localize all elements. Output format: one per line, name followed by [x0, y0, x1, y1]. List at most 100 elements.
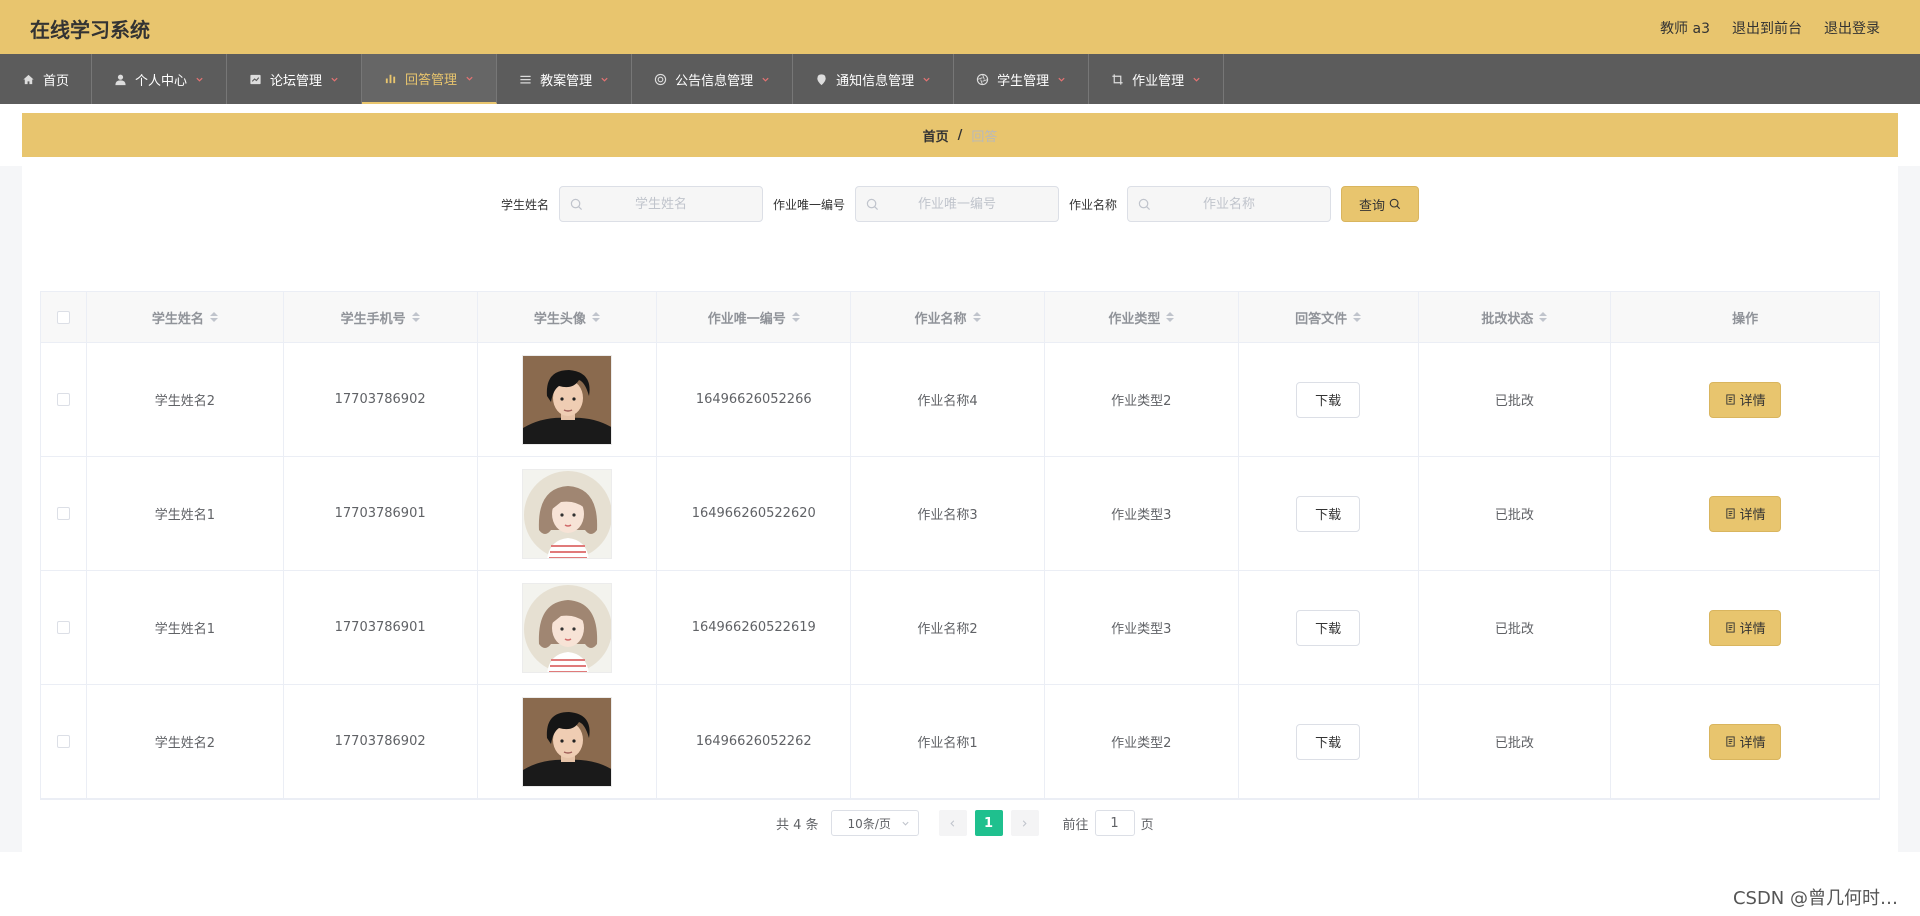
homework-id-cell: 16496626052266 [657, 343, 852, 456]
detail-button-label: 详情 [1739, 736, 1766, 751]
nav-item-8[interactable]: 作业管理 [1089, 54, 1225, 104]
answers-table: 学生姓名 学生手机号 学生头像 作业唯一编号 作业名称 作业类型 回答文件 批改… [40, 291, 1880, 800]
exit-to-front-link[interactable]: 退出到前台 [1732, 18, 1802, 38]
column-header-label: 作业唯一编号 [707, 311, 786, 327]
student-name-input[interactable] [559, 187, 762, 221]
row-checkbox[interactable] [56, 735, 70, 748]
nav-item-5[interactable]: 公告信息管理 [632, 54, 794, 104]
header-homework-type[interactable]: 作业类型 [1045, 292, 1239, 342]
nav-item-0[interactable]: 首页 [0, 54, 93, 104]
page-number-current[interactable]: 1 [974, 810, 1003, 836]
actions-cell: 详情 [1611, 571, 1879, 684]
chevron-down-icon [901, 821, 909, 826]
page-size-select[interactable]: 10条/页 [830, 810, 919, 836]
download-button[interactable]: 下载 [1296, 381, 1361, 418]
detail-button[interactable]: 详情 [1709, 609, 1782, 646]
main-nav: 首页 个人中心 论坛管理 回答管理 教案管理 公告信息管理 通知信息管理 学生管理 作业管理 [0, 54, 1920, 104]
column-header-label: 回答文件 [1295, 311, 1348, 327]
search-icon [570, 198, 583, 211]
column-header-label: 学生手机号 [340, 311, 406, 327]
prev-page-button[interactable] [938, 810, 967, 836]
nav-item-4[interactable]: 教案管理 [497, 54, 633, 104]
homework-name-input[interactable] [1128, 187, 1331, 221]
homework-id-cell: 16496626052262 [657, 685, 852, 798]
sort-icon[interactable] [972, 312, 981, 322]
logout-link[interactable]: 退出登录 [1824, 18, 1880, 38]
grading-status-cell-text: 已批改 [1494, 394, 1534, 409]
sort-icon[interactable] [209, 312, 218, 322]
answer-file-cell: 下载 [1239, 571, 1419, 684]
nav-item-label: 教案管理 [540, 73, 593, 89]
nav-item-label: 论坛管理 [270, 73, 323, 89]
homework-id-label: 作业唯一编号 [772, 197, 845, 212]
nav-item-3[interactable]: 回答管理 [362, 54, 498, 104]
app-title: 在线学习系统 [30, 18, 150, 42]
column-header-label: 学生头像 [533, 311, 586, 327]
sort-icon[interactable] [591, 312, 600, 322]
top-links: 教师 a3 退出到前台 退出登录 [1660, 18, 1880, 38]
download-button[interactable]: 下载 [1296, 609, 1361, 646]
student-phone-cell: 17703786901 [284, 571, 478, 684]
header-student-name[interactable]: 学生姓名 [87, 292, 284, 342]
breadcrumb-separator: / [957, 127, 963, 143]
header-select-cell [41, 292, 87, 342]
homework-name-cell: 作业名称1 [851, 685, 1045, 798]
header-homework-id[interactable]: 作业唯一编号 [657, 292, 852, 342]
detail-button-label: 详情 [1739, 508, 1766, 523]
sort-icon[interactable] [791, 312, 800, 322]
nav-item-label: 作业管理 [1132, 73, 1185, 89]
download-button[interactable]: 下载 [1296, 723, 1361, 760]
download-button[interactable]: 下载 [1296, 495, 1361, 532]
crop-icon [1111, 73, 1124, 86]
header-grading-status[interactable]: 批改状态 [1419, 292, 1612, 342]
grading-status-cell-text: 已批改 [1494, 508, 1534, 523]
answer-file-cell: 下载 [1239, 457, 1419, 570]
nav-item-label: 学生管理 [997, 73, 1050, 89]
student-avatar-cell [478, 343, 658, 456]
avatar [521, 354, 612, 445]
aperture-icon [976, 73, 989, 86]
sort-icon[interactable] [1353, 312, 1362, 322]
table-row: 学生姓名1 17703786901 164966260522620 作业名称3 作业类型… [41, 457, 1879, 571]
nav-item-6[interactable]: 通知信息管理 [793, 54, 955, 104]
row-select-cell [41, 457, 87, 570]
homework-name-cell-text: 作业名称1 [917, 736, 978, 751]
column-header-label: 作业名称 [914, 311, 967, 327]
homework-type-cell-text: 作业类型3 [1111, 508, 1172, 523]
homework-type-cell: 作业类型3 [1045, 571, 1239, 684]
table-row: 学生姓名2 17703786902 16496626052262 作业名称1 作业类型2… [41, 685, 1879, 799]
next-page-button[interactable] [1010, 810, 1039, 836]
sort-icon[interactable] [1166, 312, 1175, 322]
header-answer-file[interactable]: 回答文件 [1239, 292, 1419, 342]
detail-button[interactable]: 详情 [1709, 723, 1782, 760]
grading-status-cell-text: 已批改 [1494, 736, 1534, 751]
grading-status-cell: 已批改 [1419, 457, 1612, 570]
detail-button[interactable]: 详情 [1709, 381, 1782, 418]
header-homework-name[interactable]: 作业名称 [851, 292, 1045, 342]
nav-item-2[interactable]: 论坛管理 [227, 54, 363, 104]
nav-item-1[interactable]: 个人中心 [92, 54, 228, 104]
chevron-down-icon [761, 75, 770, 84]
select-all-checkbox[interactable] [56, 310, 70, 324]
row-checkbox[interactable] [56, 393, 70, 406]
header-student-avatar[interactable]: 学生头像 [478, 292, 658, 342]
homework-type-cell-text: 作业类型2 [1111, 736, 1172, 751]
current-user[interactable]: 教师 a3 [1660, 18, 1710, 38]
detail-button[interactable]: 详情 [1709, 495, 1782, 532]
search-icon [866, 198, 879, 211]
homework-id-input[interactable] [856, 187, 1058, 221]
student-avatar-cell [478, 457, 658, 570]
goto-page-input[interactable] [1094, 810, 1135, 836]
homework-type-cell-text: 作业类型3 [1111, 622, 1172, 637]
homework-name-cell-text: 作业名称3 [917, 508, 978, 523]
nav-item-7[interactable]: 学生管理 [954, 54, 1090, 104]
sort-icon[interactable] [411, 312, 420, 322]
document-icon [1726, 394, 1735, 405]
breadcrumb-home[interactable]: 首页 [923, 126, 949, 145]
query-button[interactable]: 查询 [1341, 186, 1420, 222]
row-checkbox[interactable] [56, 507, 70, 520]
row-checkbox[interactable] [56, 621, 70, 634]
search-bar: 学生姓名 作业唯一编号 作业名称 查询 [0, 185, 1920, 223]
header-student-phone[interactable]: 学生手机号 [284, 292, 478, 342]
sort-icon[interactable] [1539, 312, 1548, 322]
